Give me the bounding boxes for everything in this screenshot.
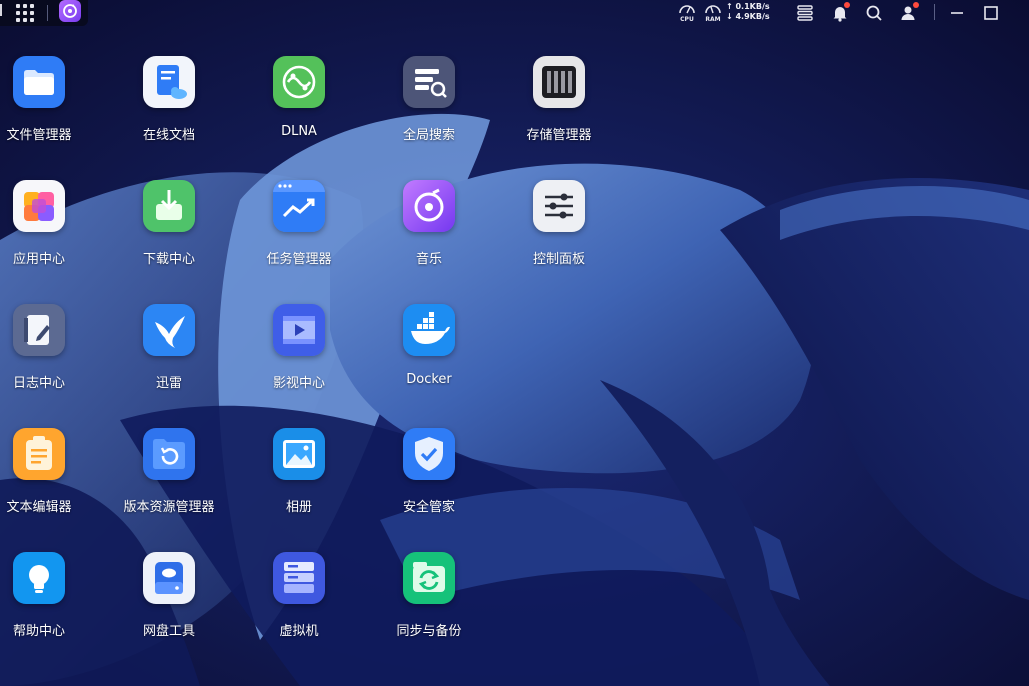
app-photos[interactable]: 相册 [244,428,354,528]
task-list-icon [797,5,813,21]
app-grid-icon[interactable] [16,4,34,22]
app-download-center[interactable]: 下载中心 [114,180,224,280]
app-label: 音乐 [415,252,442,267]
top-bar: CPU RAM ↑ 0.1KB/s ↓ 4.9KB/s [0,0,1029,26]
app-label: 网盘工具 [142,624,195,639]
app-label: 文件管理器 [6,128,72,143]
app-label: 全局搜索 [402,128,455,143]
app-xunlei[interactable]: 迅雷 [114,304,224,404]
docker-whale-icon [403,304,455,356]
app-file-manager[interactable]: 文件管理器 [0,56,94,156]
app-security[interactable]: 安全管家 [374,428,484,528]
task-manager-icon [273,180,325,232]
app-label: 应用中心 [12,252,65,267]
ram-meter[interactable]: RAM [702,2,724,26]
app-label: 任务管理器 [266,252,332,267]
music-icon [403,180,455,232]
sync-icon [403,552,455,604]
upload-speed: ↑ 0.1KB/s [726,2,770,11]
video-icon [273,304,325,356]
app-music[interactable]: 音乐 [374,180,484,280]
app-app-center[interactable]: 应用中心 [0,180,94,280]
app-label: 控制面板 [532,252,585,267]
music-taskbar-icon[interactable] [59,0,81,22]
app-docker[interactable]: Docker [374,304,484,404]
launcher-divider [47,5,48,21]
server-icon [273,552,325,604]
document-cloud-icon [143,56,195,108]
dlna-icon [273,56,325,108]
photo-icon [273,428,325,480]
app-help-center[interactable]: 帮助中心 [0,552,94,652]
network-speed[interactable]: ↑ 0.1KB/s ↓ 4.9KB/s [726,2,776,22]
app-label: 下载中心 [142,252,195,267]
cpu-meter[interactable]: CPU [676,2,698,26]
download-icon [143,180,195,232]
search-button[interactable] [863,2,885,24]
lightbulb-icon [13,552,65,604]
launcher-edge [0,4,2,16]
maximize-button[interactable] [980,2,1002,24]
app-online-docs[interactable]: 在线文档 [114,56,224,156]
app-label: 帮助中心 [12,624,65,639]
folder-icon [13,56,65,108]
app-dlna[interactable]: DLNA [244,56,354,156]
app-version-explorer[interactable]: 版本资源管理器 [114,428,224,528]
app-label: DLNA [281,124,317,139]
shield-icon [403,428,455,480]
xunlei-bird-icon [143,304,195,356]
app-label: 文本编辑器 [6,500,72,515]
launcher-area [0,0,88,26]
app-log-center[interactable]: 日志中心 [0,304,94,404]
minimize-button[interactable] [946,2,968,24]
app-center-icon [13,180,65,232]
app-control-panel[interactable]: 控制面板 [504,180,614,280]
download-speed: ↓ 4.9KB/s [726,12,770,21]
version-history-icon [143,428,195,480]
app-sync-backup[interactable]: 同步与备份 [374,552,484,652]
app-label: 虚拟机 [279,624,319,639]
clipboard-icon [13,428,65,480]
cpu-label: CPU [680,16,694,23]
app-label: 同步与备份 [396,624,462,639]
app-label: 存储管理器 [526,128,592,143]
minimize-icon [951,12,963,14]
log-icon [13,304,65,356]
sliders-icon [533,180,585,232]
task-list-button[interactable] [794,2,816,24]
global-search-icon [403,56,455,108]
maximize-icon [984,6,998,20]
app-label: 安全管家 [402,500,455,515]
app-cloud-drive-tool[interactable]: 网盘工具 [114,552,224,652]
app-label: 在线文档 [142,128,195,143]
cloud-drive-icon [143,552,195,604]
search-icon [866,5,882,21]
user-notification-dot [913,2,919,8]
app-global-search[interactable]: 全局搜索 [374,56,484,156]
app-storage-manager[interactable]: 存储管理器 [504,56,614,156]
topbar-divider [934,4,935,20]
app-label: 相册 [285,500,312,515]
user-button[interactable] [897,2,919,24]
ram-label: RAM [705,16,721,23]
app-label: Docker [406,372,452,387]
notification-dot [844,2,850,8]
app-label: 影视中心 [272,376,325,391]
notifications-button[interactable] [829,2,851,24]
app-text-editor[interactable]: 文本编辑器 [0,428,94,528]
app-label: 版本资源管理器 [123,500,215,515]
app-video-center[interactable]: 影视中心 [244,304,354,404]
app-task-manager[interactable]: 任务管理器 [244,180,354,280]
app-virtual-machine[interactable]: 虚拟机 [244,552,354,652]
app-label: 日志中心 [12,376,65,391]
storage-icon [533,56,585,108]
app-label: 迅雷 [155,376,182,391]
